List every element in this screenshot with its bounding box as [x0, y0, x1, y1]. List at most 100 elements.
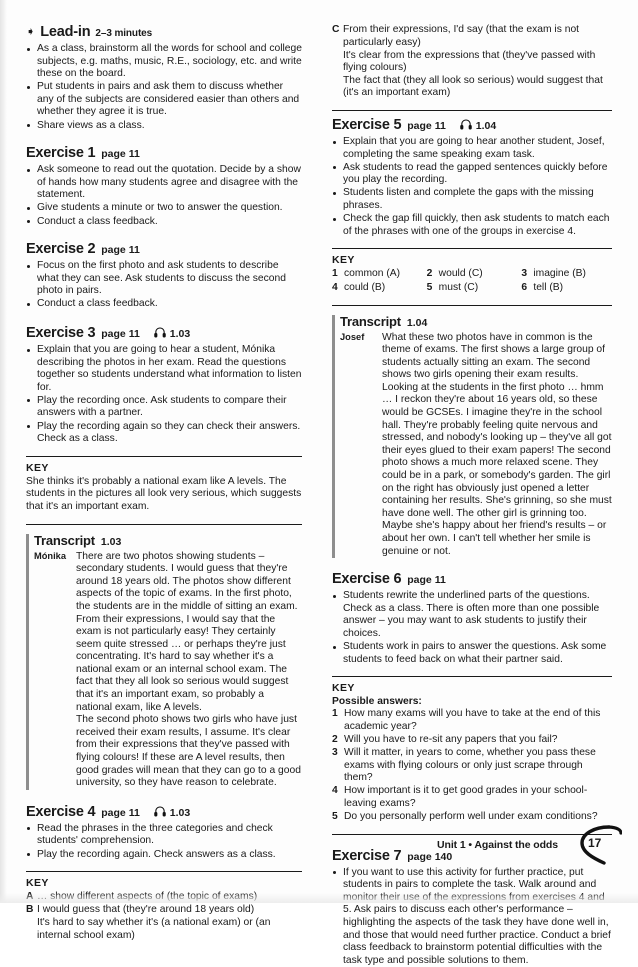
exercise-3-page-ref: page 11	[101, 328, 140, 340]
key-answer: 4 could (B)	[332, 282, 423, 295]
list-item: Students listen and complete the gaps wi…	[332, 187, 612, 212]
list-item: Read the phrases in the three categories…	[26, 823, 302, 848]
key-text: … show different aspects of (the topic o…	[37, 891, 258, 903]
exercise-6-key-items: 1 How many exams will you have to take a…	[332, 708, 612, 823]
list-item: C From their expressions, I'd say (that …	[332, 24, 612, 49]
key-answer: 5 must (C)	[427, 282, 518, 295]
list-item: 1 How many exams will you have to take a…	[332, 708, 612, 733]
transcript-104-number: 1.04	[406, 316, 428, 329]
list-item: Students rewrite the underlined parts of…	[332, 590, 612, 640]
key-c-line-2: It's clear from the expressions that (th…	[343, 49, 596, 74]
scan-edge-shadow	[0, 0, 7, 903]
transcript-103-speaker: Mónika	[34, 551, 67, 562]
exercise-6-key-label: KEY	[332, 682, 355, 695]
headphones-icon	[154, 804, 166, 817]
exercise-3-audio: 1.03	[154, 324, 190, 340]
key-number: 4	[332, 785, 338, 797]
exercise-3-heading: Exercise 3 page 11 1.03	[26, 324, 302, 341]
section-exercise-3: Exercise 3 page 11 1.03 Explain that you…	[26, 324, 302, 525]
exercise-4-page-ref: page 11	[101, 806, 140, 819]
exercise-4-audio: 1.03	[154, 803, 190, 819]
divider	[332, 248, 612, 250]
key-letter: B	[26, 904, 34, 916]
list-item: Conduct a class feedback.	[26, 216, 302, 229]
exercise-1-title: Exercise 1	[26, 145, 96, 162]
exercise-4-heading: Exercise 4 page 11 1.03	[26, 803, 302, 820]
key-text: tell (B)	[533, 281, 564, 293]
key-text: Will it matter, in years to come, whethe…	[344, 747, 596, 784]
key-c-continued: C From their expressions, I'd say (that …	[332, 24, 612, 112]
exercise-6-page-ref: page 11	[407, 574, 446, 587]
list-item: Conduct a class feedback.	[26, 298, 302, 311]
divider	[26, 871, 302, 873]
exercise-5-key-label: KEY	[332, 254, 355, 267]
exercise-1-page-ref: page 11	[101, 148, 140, 161]
paragraph: The second photo shows two girls who hav…	[76, 714, 301, 789]
transcript-103-title: Transcript	[34, 532, 95, 548]
list-item: Play the recording once. Ask students to…	[26, 395, 302, 420]
section-exercise-4: Exercise 4 page 11 1.03 Read the phrases…	[26, 803, 302, 943]
exercise-7-bullets: If you want to use this activity for fur…	[332, 867, 612, 967]
exercise-6-bullets: Students rewrite the underlined parts of…	[332, 590, 612, 666]
left-column: ➧ Lead-in 2–3 minutes As a class, brains…	[14, 24, 302, 941]
footer-unit-label: Unit 1 • Against the odds	[437, 839, 558, 851]
key-letter: C	[332, 24, 340, 35]
list-item: If you want to use this activity for fur…	[332, 867, 612, 967]
transcript-104-title: Transcript	[340, 313, 401, 329]
key-c-list: C From their expressions, I'd say (that …	[332, 24, 612, 49]
exercise-5-track-number: 1.04	[475, 120, 497, 133]
divider	[332, 304, 612, 306]
list-item: Share views as a class.	[26, 120, 302, 133]
key-answer: 1 common (A)	[332, 268, 423, 281]
section-exercise-6: Exercise 6 page 11 Students rewrite the …	[332, 571, 612, 835]
key-text: I would guess that (they're around 18 ye…	[37, 904, 255, 916]
exercise-5-heading: Exercise 5 page 11 1.04	[332, 116, 612, 133]
exercise-5-title: Exercise 5	[332, 117, 402, 134]
list-item: Check the gap fill quickly, then ask stu…	[332, 213, 612, 238]
section-exercise-1: Exercise 1 page 11 Ask someone to read o…	[26, 145, 302, 228]
teacher-book-page: ➧ Lead-in 2–3 minutes As a class, brains…	[0, 0, 638, 966]
transcript-103-text: There are two photos showing students – …	[76, 551, 302, 790]
divider	[26, 455, 302, 457]
exercise-4-bullets: Read the phrases in the three categories…	[26, 823, 302, 861]
section-exercise-2: Exercise 2 page 11 Focus on the first ph…	[26, 241, 302, 311]
list-item: B I would guess that (they're around 18 …	[26, 904, 302, 917]
key-text: would (C)	[438, 268, 483, 280]
exercise-7-title: Exercise 7	[332, 847, 402, 864]
list-item: Put students in pairs and ask them to di…	[26, 81, 302, 119]
key-text: How many exams will you have to take at …	[344, 708, 601, 732]
exercise-3-title: Exercise 3	[26, 325, 96, 341]
key-number: 3	[332, 747, 338, 759]
two-column-layout: ➧ Lead-in 2–3 minutes As a class, brains…	[14, 24, 624, 966]
headphones-icon	[154, 325, 166, 338]
transcript-104-body: Josef What these two photos have in comm…	[340, 332, 612, 559]
key-answer: 3 imagine (B)	[521, 268, 612, 281]
transcript-103-body: Mónika There are two photos showing stud…	[34, 551, 302, 790]
exercise-5-page-ref: page 11	[407, 120, 446, 133]
key-number: 1	[332, 708, 338, 720]
page-number: 17	[588, 836, 602, 850]
key-text: could (B)	[344, 281, 386, 293]
paragraph: There are two photos showing students – …	[76, 550, 298, 713]
list-item: Focus on the first photo and ask student…	[26, 260, 302, 298]
exercise-5-key-answers: 1 common (A) 2 would (C) 3 imagine (B) 4…	[332, 268, 612, 294]
key-number: 1	[332, 268, 338, 280]
key-text: must (C)	[438, 281, 479, 293]
exercise-5-bullets: Explain that you are going to hear anoth…	[332, 136, 612, 238]
exercise-1-bullets: Ask someone to read out the quotation. D…	[26, 164, 302, 228]
exercise-6-key-subtitle: Possible answers:	[332, 696, 422, 708]
exercise-3-key-label: KEY	[26, 461, 49, 474]
list-item: 5 Do you personally perform well under e…	[332, 811, 612, 824]
transcript-103-number: 1.03	[100, 535, 122, 548]
exercise-4-track-number: 1.03	[169, 806, 191, 819]
list-item: Play the recording again. Check answers …	[26, 849, 302, 862]
exercise-2-page-ref: page 11	[101, 244, 140, 257]
key-number: 5	[332, 811, 338, 822]
transcript-104-text: What these two photos have in common is …	[382, 332, 612, 559]
exercise-4-key-items: A … show different aspects of (the topic…	[26, 891, 302, 917]
divider	[332, 110, 612, 112]
exercise-4-title: Exercise 4	[26, 803, 96, 820]
exercise-3-bullets: Explain that you are going to hear a stu…	[26, 344, 302, 446]
exercise-4-key-continuation: It's hard to say whether it's (a nationa…	[37, 917, 271, 941]
lead-in-heading: ➧ Lead-in 2–3 minutes	[26, 24, 302, 40]
